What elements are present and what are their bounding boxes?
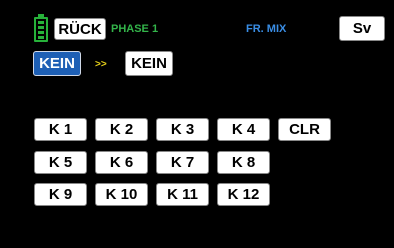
mix-to-selector[interactable]: KEIN: [125, 51, 173, 76]
switch-k6-button[interactable]: K 6: [95, 151, 148, 174]
phase-label: PHASE 1: [111, 23, 159, 35]
switch-k2-button[interactable]: K 2: [95, 118, 148, 141]
switch-k9-button[interactable]: K 9: [34, 183, 87, 206]
switch-k7-button[interactable]: K 7: [156, 151, 209, 174]
battery-icon: [34, 14, 48, 42]
switch-k4-button[interactable]: K 4: [217, 118, 270, 141]
switch-k3-button[interactable]: K 3: [156, 118, 209, 141]
switch-k10-button[interactable]: K 10: [95, 183, 148, 206]
back-button[interactable]: RÜCK: [54, 18, 106, 40]
switch-k8-button[interactable]: K 8: [217, 151, 270, 174]
sv-button[interactable]: Sv: [339, 16, 385, 41]
switch-k11-button[interactable]: K 11: [156, 183, 209, 206]
clear-button[interactable]: CLR: [278, 118, 331, 141]
mix-from-selector[interactable]: KEIN: [33, 51, 81, 76]
mix-arrow: >>: [95, 59, 107, 70]
switch-k12-button[interactable]: K 12: [217, 183, 270, 206]
switch-k5-button[interactable]: K 5: [34, 151, 87, 174]
screen-title: FR. MIX: [246, 23, 287, 35]
switch-k1-button[interactable]: K 1: [34, 118, 87, 141]
